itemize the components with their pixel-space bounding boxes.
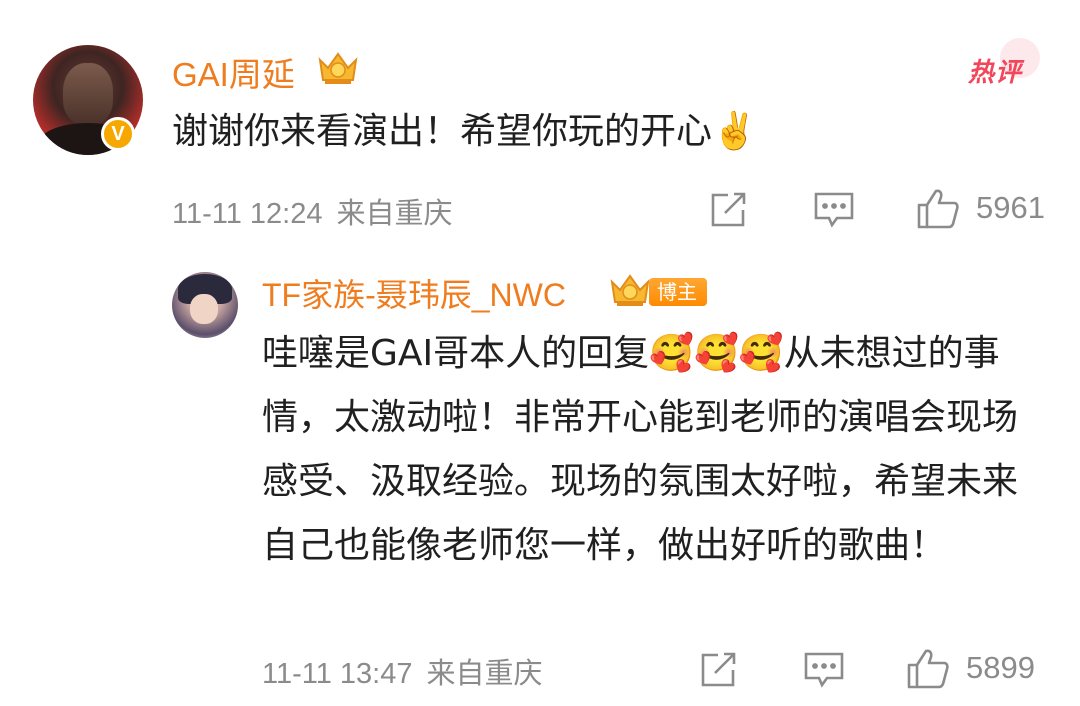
- like-icon: [917, 189, 959, 229]
- reply-location: 来自重庆: [426, 658, 543, 690]
- like-button[interactable]: [916, 187, 960, 231]
- comment-location: 来自重庆: [336, 198, 453, 230]
- reply-like-button[interactable]: [906, 647, 950, 691]
- reply-comment-button[interactable]: [803, 650, 845, 690]
- like-count: 5961: [976, 190, 1045, 225]
- comment-time: 11-11 12:24: [172, 198, 323, 230]
- avatar-face: [63, 63, 113, 125]
- share-button[interactable]: [708, 190, 748, 230]
- reply-avatar[interactable]: [172, 272, 238, 338]
- avatar-face: [190, 294, 218, 324]
- reply-time: 11-11 13:47: [262, 658, 413, 690]
- hot-comment-badge: 热评: [968, 58, 1023, 88]
- share-icon: [701, 652, 736, 687]
- reply-meta: 11-11 13:47 来自重庆: [262, 650, 543, 692]
- comment-button[interactable]: [813, 190, 855, 230]
- reply-share-button[interactable]: [698, 650, 738, 690]
- comment-thread: V GAI周延 热评 谢谢你来看演出！希望你玩的开心✌️ 11-11 12:24…: [0, 0, 1080, 706]
- comment-meta: 11-11 12:24 来自重庆: [172, 190, 453, 232]
- like-icon: [907, 649, 949, 689]
- comment-icon: [804, 652, 844, 688]
- crown-icon: [318, 52, 358, 84]
- crown-icon: [610, 274, 650, 306]
- reply-text: 哇噻是GAI哥本人的回复🥰🥰🥰从未想过的事情，太激动啦！非常开心能到老师的演唱会…: [262, 333, 1019, 566]
- reply-author[interactable]: TF家族-聂玮辰_NWC: [262, 270, 566, 316]
- comment-icon: [814, 192, 854, 228]
- comment-text: 谢谢你来看演出！希望你玩的开心✌️: [172, 111, 757, 152]
- share-icon: [711, 192, 746, 227]
- reply-like-count: 5899: [966, 650, 1035, 685]
- comment-author[interactable]: GAI周延: [172, 48, 295, 96]
- blogger-badge: 博主: [649, 278, 707, 306]
- verified-icon: V: [101, 117, 135, 151]
